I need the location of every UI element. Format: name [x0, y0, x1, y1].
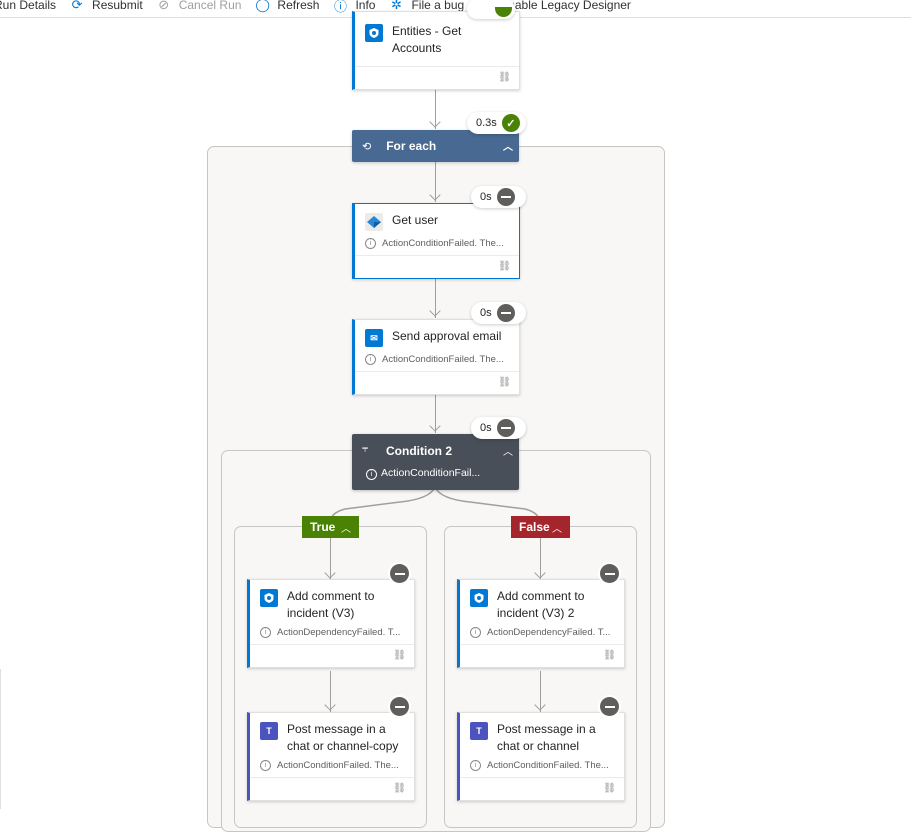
- duration: 0s: [480, 422, 492, 434]
- run-details-label: Run Details: [0, 0, 57, 12]
- status-message: ActionConditionFailed. The...: [382, 238, 504, 249]
- link-icon: ⛓: [498, 261, 511, 272]
- condition-status-badge: 0s: [471, 417, 526, 439]
- title-line-1: Entities - Get: [392, 24, 462, 38]
- title-line-2: Accounts: [392, 41, 442, 55]
- action-title: Post message in a chat or channel: [497, 721, 596, 755]
- entities-get-accounts-card[interactable]: Entities - Get Accounts ⛓: [352, 11, 520, 90]
- info-icon: i: [366, 469, 377, 480]
- action-title: Send approval email: [392, 329, 502, 343]
- teams-icon: T: [260, 722, 278, 740]
- status-message: ActionConditionFailed. The...: [487, 760, 609, 771]
- skipped-icon: [496, 304, 515, 322]
- skipped-status-icon: [390, 697, 409, 716]
- status-message: ActionConditionFailed. The...: [277, 760, 399, 771]
- foreach-title: For each: [386, 139, 437, 153]
- success-icon: [495, 7, 512, 17]
- branch-label-text: False: [519, 520, 550, 534]
- duration: 0s: [480, 191, 492, 203]
- status-badge: [467, 0, 515, 19]
- success-check-icon: ✓: [501, 114, 520, 132]
- info-icon: ⓘ: [333, 0, 347, 14]
- foreach-status-badge: 0.3s ✓: [467, 112, 526, 134]
- link-icon: ⛓: [603, 783, 616, 794]
- skipped-icon: [496, 419, 515, 437]
- run-details-button[interactable]: Run Details: [0, 0, 56, 12]
- sentinel-icon: [260, 589, 278, 607]
- resubmit-label: Resubmit: [92, 0, 143, 12]
- action-title: Get user: [392, 213, 439, 227]
- title-line-2: incident (V3) 2: [497, 606, 575, 620]
- cancel-run-button[interactable]: ⊘ Cancel Run: [157, 0, 242, 13]
- true-branch-label[interactable]: True ︿: [302, 516, 359, 538]
- title-line-1: Post message in a: [497, 722, 596, 736]
- title-line-1: Post message in a: [287, 722, 386, 736]
- skipped-status-icon: [390, 564, 409, 583]
- title-line-2: chat or channel-copy: [287, 739, 399, 753]
- skipped-status-icon: [600, 697, 619, 716]
- refresh-button[interactable]: ◯ Refresh: [255, 0, 319, 13]
- duration: 0.3s: [476, 117, 497, 129]
- info-icon: i: [260, 627, 271, 638]
- refresh-label: Refresh: [277, 0, 320, 12]
- action-title: Post message in a chat or channel-copy: [287, 721, 398, 755]
- title-line-1: Add comment to: [497, 589, 585, 603]
- collapse-chevron-icon[interactable]: ︿: [552, 520, 562, 535]
- panel-edge: [0, 669, 1, 809]
- title-line-1: Add comment to: [287, 589, 375, 603]
- sentinel-icon: [365, 24, 383, 42]
- false-branch-label[interactable]: False ︿: [511, 516, 570, 538]
- title-line-2: chat or channel: [497, 739, 580, 753]
- link-icon: ⛓: [603, 650, 616, 661]
- get-user-card[interactable]: Get user i ActionConditionFailed. The...…: [352, 203, 520, 279]
- condition-icon: ⫧: [362, 443, 369, 455]
- foreach-header[interactable]: ⟲ For each ︿: [352, 130, 519, 162]
- teams-icon: T: [470, 722, 488, 740]
- refresh-icon: ◯: [255, 0, 270, 12]
- cancel-icon: ⊘: [158, 0, 170, 12]
- send-approval-email-card[interactable]: ✉ Send approval email i ActionConditionF…: [352, 319, 520, 395]
- info-icon: i: [365, 354, 376, 365]
- resubmit-icon: ⟳: [71, 0, 83, 12]
- action-title: Entities - Get Accounts: [392, 23, 461, 57]
- send-email-status-badge: 0s: [471, 302, 526, 324]
- resubmit-button[interactable]: ⟳ Resubmit: [70, 0, 143, 13]
- info-icon: i: [470, 760, 481, 771]
- duration: 0s: [480, 307, 492, 319]
- connector-arrow: [429, 116, 441, 128]
- designer-canvas[interactable]: Entities - Get Accounts ⛓ ⟲ For each ︿ 0…: [0, 0, 911, 832]
- info-icon: i: [260, 760, 271, 771]
- status-message: ActionConditionFailed. The...: [382, 354, 504, 365]
- title-line-2: incident (V3): [287, 606, 355, 620]
- get-user-status-badge: 0s: [471, 186, 526, 208]
- entra-id-icon: [365, 213, 383, 231]
- skipped-icon: [496, 188, 515, 206]
- status-message: ActionDependencyFailed. T...: [277, 627, 401, 638]
- cancel-run-label: Cancel Run: [178, 0, 242, 12]
- add-comment-to-incident-card[interactable]: Add comment to incident (V3) i ActionDep…: [247, 579, 415, 668]
- post-message-copy-card[interactable]: T Post message in a chat or channel-copy…: [247, 712, 415, 801]
- collapse-chevron-icon[interactable]: ︿: [341, 520, 351, 535]
- add-comment-to-incident-2-card[interactable]: Add comment to incident (V3) 2 i ActionD…: [457, 579, 625, 668]
- sentinel-icon: [470, 589, 488, 607]
- action-title: Add comment to incident (V3) 2: [497, 588, 584, 622]
- info-icon: i: [365, 238, 376, 249]
- loop-icon: ⟲: [362, 140, 372, 153]
- status-message: ActionDependencyFailed. T...: [487, 627, 611, 638]
- info-icon: i: [470, 627, 481, 638]
- branch-label-text: True: [310, 520, 336, 534]
- condition-title: Condition 2: [386, 444, 452, 458]
- collapse-chevron-icon[interactable]: ︿: [503, 443, 513, 458]
- link-icon: ⛓: [498, 72, 511, 83]
- action-title: Add comment to incident (V3): [287, 588, 374, 622]
- link-icon: ⛓: [393, 783, 406, 794]
- collapse-chevron-icon[interactable]: ︿: [503, 138, 513, 153]
- link-icon: ⛓: [498, 377, 511, 388]
- skipped-status-icon: [600, 564, 619, 583]
- status-message: ActionConditionFail...: [381, 467, 481, 479]
- link-icon: ⛓: [393, 650, 406, 661]
- post-message-card[interactable]: T Post message in a chat or channel i Ac…: [457, 712, 625, 801]
- condition-header[interactable]: ⫧ Condition 2 ︿ i ActionConditionFail...: [352, 434, 519, 490]
- outlook-icon: ✉: [365, 329, 383, 347]
